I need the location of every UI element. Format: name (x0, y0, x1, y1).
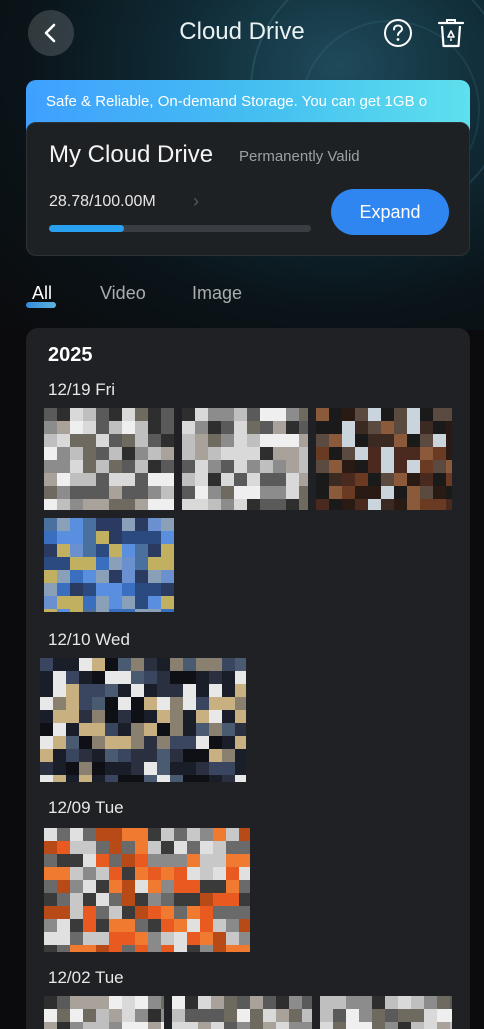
help-icon (384, 19, 412, 47)
tab-all-label: All (32, 283, 53, 303)
date-heading: 12/09 Tue (48, 798, 124, 817)
media-thumbnail[interactable] (44, 518, 174, 612)
media-thumbnail[interactable] (316, 408, 452, 510)
tab-video[interactable]: Video (100, 283, 146, 304)
media-thumbnail[interactable] (44, 828, 250, 952)
date-heading: 12/02 Tue (48, 968, 124, 987)
media-thumbnail[interactable] (44, 996, 164, 1029)
media-thumbnail[interactable] (320, 996, 452, 1029)
storage-card: My Cloud Drive Permanently Valid 28.78/1… (26, 122, 470, 256)
storage-progress-bar (49, 225, 311, 232)
tab-image[interactable]: Image (192, 283, 242, 304)
help-button[interactable] (383, 18, 413, 48)
trash-icon (437, 19, 465, 48)
media-thumbnail[interactable] (44, 408, 174, 510)
storage-progress-fill (49, 225, 125, 232)
storage-title: My Cloud Drive (49, 141, 214, 168)
promo-banner-text: Safe & Reliable, On-demand Storage. You … (46, 93, 428, 110)
year-heading: 2025 (48, 344, 93, 366)
media-thumbnail[interactable] (172, 996, 312, 1029)
expand-button[interactable]: Expand (331, 189, 449, 235)
media-thumbnail[interactable] (40, 658, 246, 782)
tab-all[interactable]: All (26, 283, 56, 308)
top-bar: Cloud Drive (0, 0, 484, 66)
date-heading: 12/10 Wed (48, 630, 130, 649)
storage-validity: Permanently Valid (239, 148, 360, 165)
date-heading: 12/19 Fri (48, 380, 116, 399)
media-thumbnail[interactable] (182, 408, 308, 510)
recycle-bin-button[interactable] (437, 17, 465, 49)
media-gallery: 2025 12/19 Fri 12/10 Wed 12/09 Tue 12/02… (26, 328, 470, 1029)
chevron-right-icon[interactable]: › (193, 191, 199, 212)
storage-usage[interactable]: 28.78/100.00M (49, 193, 156, 211)
